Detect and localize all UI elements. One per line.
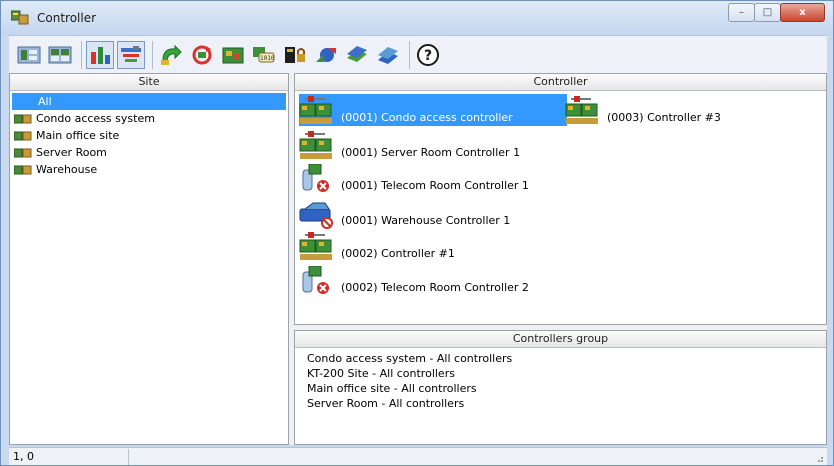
controller-lock-icon xyxy=(285,46,305,63)
controllers-group-pane: Controllers group Condo access system - … xyxy=(294,330,827,445)
controller-list-button[interactable] xyxy=(15,41,43,69)
stack-blue-button[interactable] xyxy=(374,41,402,69)
controller-board-icon xyxy=(565,96,598,124)
network-tree-button[interactable] xyxy=(117,40,145,69)
svg-text:1010: 1010 xyxy=(260,55,275,62)
controller-list-icon xyxy=(17,46,41,63)
group-item[interactable]: Main office site - All controllers xyxy=(307,381,826,396)
sync-icon xyxy=(316,47,336,62)
controller-grid-button[interactable] xyxy=(46,41,74,69)
help-button[interactable]: ? xyxy=(414,41,442,69)
controller-grid-icon xyxy=(48,46,72,63)
controller-item[interactable]: (0001) Server Room Controller 1 xyxy=(299,129,522,161)
sync-button[interactable] xyxy=(312,41,340,69)
toolbar-separator xyxy=(81,40,82,69)
group-item[interactable]: KT-200 Site - All controllers xyxy=(307,366,826,381)
site-list: All Condo access system Main office site… xyxy=(10,91,288,178)
window-title: Controller xyxy=(37,11,97,25)
controller-item[interactable]: (0003) Controller #3 xyxy=(565,94,723,126)
stack-icon xyxy=(347,45,367,62)
site-icon xyxy=(14,165,32,174)
toolbar-separator xyxy=(409,40,410,69)
site-item-label: Main office site xyxy=(36,129,120,142)
status-bar: 1, 0 xyxy=(9,447,827,465)
group-item[interactable]: Condo access system - All controllers xyxy=(307,351,826,366)
bar-chart-icon xyxy=(91,46,110,64)
site-item-condo-access-system[interactable]: Condo access system xyxy=(12,110,286,127)
controller-label: (0003) Controller #3 xyxy=(607,111,721,124)
svg-text:?: ? xyxy=(424,48,432,64)
controller-lock-button[interactable] xyxy=(281,41,309,69)
warehouse-controller-icon xyxy=(299,202,333,229)
title-bar[interactable]: Controller – □ x xyxy=(1,1,833,35)
controller-label: (0002) Telecom Room Controller 2 xyxy=(341,281,529,294)
site-column-header[interactable]: Site xyxy=(10,74,288,91)
controller-label: (0001) Condo access controller xyxy=(341,111,513,124)
refresh-red-icon xyxy=(192,45,212,64)
controller-label: (0001) Telecom Room Controller 1 xyxy=(341,179,529,192)
telecom-error-icon xyxy=(302,266,329,294)
controller-column-header[interactable]: Controller xyxy=(295,74,826,91)
stack-blue-icon xyxy=(378,46,398,64)
board-button[interactable] xyxy=(219,41,247,69)
network-tree-icon xyxy=(121,45,141,62)
controller-window: Controller – □ x 1010 ? Site All Condo a… xyxy=(0,0,834,466)
controllers-group-list: Condo access system - All controllers KT… xyxy=(295,348,826,411)
refresh-button[interactable] xyxy=(188,41,216,69)
green-arrow-button[interactable] xyxy=(157,41,185,69)
controller-item[interactable]: (0001) Telecom Room Controller 1 xyxy=(299,162,531,194)
toolbar-separator xyxy=(152,40,153,69)
group-item[interactable]: Server Room - All controllers xyxy=(307,396,826,411)
site-item-warehouse[interactable]: Warehouse xyxy=(12,161,286,178)
site-item-label: Server Room xyxy=(36,146,107,159)
site-item-label: Warehouse xyxy=(36,163,98,176)
close-button[interactable]: x xyxy=(780,3,825,22)
controller-item[interactable]: (0001) Condo access controller xyxy=(299,94,567,126)
controller-item[interactable]: (0002) Controller #1 xyxy=(299,230,457,262)
controller-item[interactable]: (0002) Telecom Room Controller 2 xyxy=(299,264,531,296)
binary-transfer-button[interactable]: 1010 xyxy=(250,41,278,69)
site-item-label: Condo access system xyxy=(36,112,155,125)
status-position: 1, 0 xyxy=(9,449,129,465)
site-item-main-office-site[interactable]: Main office site xyxy=(12,127,286,144)
app-icon xyxy=(11,10,29,25)
bar-chart-button[interactable] xyxy=(86,40,114,69)
minimize-button[interactable]: – xyxy=(728,3,755,22)
site-icon xyxy=(14,114,32,123)
controller-board-icon xyxy=(299,232,332,260)
controller-board-icon xyxy=(299,96,332,124)
board-icon xyxy=(222,47,244,63)
site-item-all[interactable]: All xyxy=(12,93,286,110)
toolbar: 1010 ? xyxy=(9,35,827,73)
controller-item[interactable]: (0001) Warehouse Controller 1 xyxy=(299,197,512,229)
site-item-label: All xyxy=(38,95,52,108)
site-pane: Site All Condo access system Main office… xyxy=(9,73,289,445)
controllers-group-header[interactable]: Controllers group xyxy=(295,331,826,348)
controller-label: (0001) Server Room Controller 1 xyxy=(341,146,521,159)
telecom-error-icon xyxy=(302,164,329,192)
resize-grip-icon[interactable] xyxy=(814,453,824,463)
maximize-button[interactable]: □ xyxy=(754,3,781,22)
site-icon xyxy=(14,131,32,140)
site-icon xyxy=(14,148,32,157)
controller-board-icon xyxy=(299,131,332,159)
stack-button[interactable] xyxy=(343,41,371,69)
binary-transfer-icon: 1010 xyxy=(253,46,275,62)
controller-pane: Controller (0001) Condo access controlle… xyxy=(294,73,827,325)
site-item-server-room[interactable]: Server Room xyxy=(12,144,286,161)
green-arrow-icon xyxy=(161,44,182,65)
controller-label: (0002) Controller #1 xyxy=(341,247,455,260)
help-icon: ? xyxy=(417,43,439,66)
controller-label: (0001) Warehouse Controller 1 xyxy=(341,214,511,227)
